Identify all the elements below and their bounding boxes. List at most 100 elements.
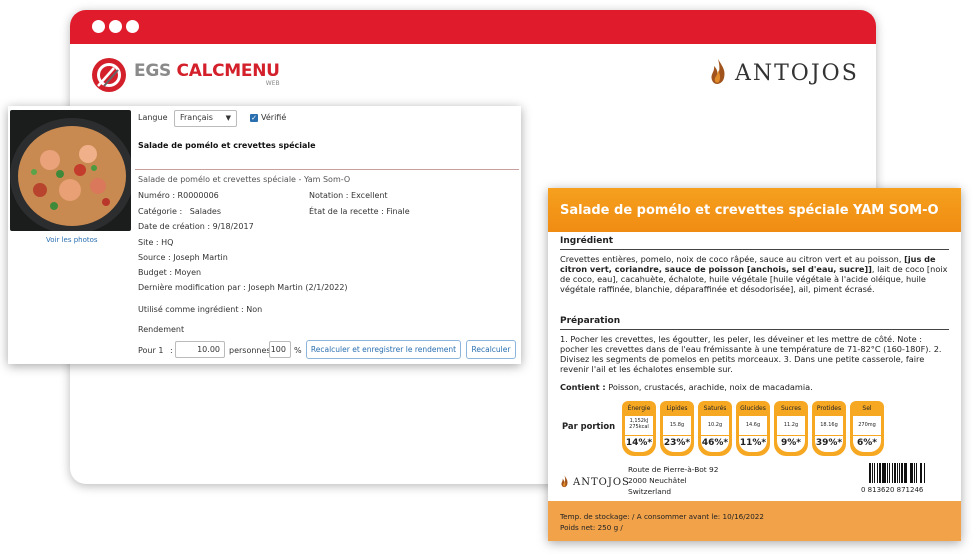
contains-label: Contient : bbox=[560, 382, 606, 392]
percent-sign: % bbox=[294, 346, 302, 355]
calcmenu-logo-icon bbox=[92, 58, 126, 92]
nutrient-percent: 46%* bbox=[701, 436, 729, 452]
divider bbox=[560, 329, 949, 330]
recipe-number: Numéro : R0000006 bbox=[138, 191, 219, 200]
nutrient-percent: 6%* bbox=[853, 436, 881, 452]
persons-label: personnes bbox=[229, 346, 271, 355]
preparation-text: 1. Pocher les crevettes, les égoutter, l… bbox=[560, 334, 942, 374]
source: Source : Joseph Martin bbox=[138, 253, 228, 262]
nutrient-name: Sel bbox=[862, 405, 872, 412]
recipe-full-title: Salade de pomélo et crevettes spéciale -… bbox=[138, 175, 351, 184]
flame-icon bbox=[561, 475, 568, 488]
nutrient-salt: Sel 270mg 6%* bbox=[850, 401, 884, 456]
barcode-digits: 0 813620 871246 bbox=[861, 486, 924, 494]
recipe-rating: Notation : Excellent bbox=[309, 191, 388, 200]
nutrient-value: 18.16g bbox=[815, 416, 843, 435]
recalculate-save-button[interactable]: Recalculer et enregistrer le rendement bbox=[306, 340, 461, 359]
nutrient-percent: 14%* bbox=[625, 436, 653, 452]
percent-input[interactable]: 100 bbox=[269, 341, 291, 358]
site: Site : HQ bbox=[138, 238, 174, 247]
recipe-panel: Voir les photos Langue Français ▼ ✓ Véri… bbox=[8, 106, 521, 364]
nutrient-value: 11.2g bbox=[777, 416, 805, 435]
per-portion-label: Par portion bbox=[562, 421, 616, 431]
brand-sub: WEB bbox=[265, 80, 280, 87]
label-brand: ANTOJOS bbox=[560, 475, 630, 489]
recipe-short-title: Salade de pomélo et crevettes spéciale bbox=[138, 141, 316, 150]
flame-icon bbox=[711, 59, 725, 84]
nutrition-label-card: Salade de pomélo et crevettes spéciale Y… bbox=[548, 188, 961, 541]
ingredient-text-part1: Crevettes entières, pomelo, noix de coco… bbox=[560, 254, 905, 264]
address: Route de Pierre-à-Bot 92 2000 Neuchâtel … bbox=[628, 464, 718, 497]
contains-line: Contient : Poisson, crustacés, arachide,… bbox=[560, 382, 952, 392]
window-control-dot[interactable] bbox=[126, 20, 139, 33]
brand-name-part1: EGS bbox=[134, 61, 177, 81]
net-weight: Poids net: 250 g / bbox=[560, 523, 623, 532]
nutrient-protein: Protides 18.16g 39%* bbox=[812, 401, 846, 456]
nutrient-name: Lipides bbox=[666, 405, 688, 412]
window-title-bar bbox=[70, 10, 876, 44]
view-photos-link[interactable]: Voir les photos bbox=[46, 236, 98, 244]
verified-checkbox[interactable]: ✓ bbox=[250, 114, 258, 122]
label-footer: Temp. de stockage: / A consommer avant l… bbox=[548, 501, 961, 541]
nutrient-saturated: Saturés 10.2g 46%* bbox=[698, 401, 732, 456]
per-label: Pour 1 bbox=[138, 346, 164, 355]
nutrient-value: 15.8g bbox=[663, 416, 691, 435]
nutrient-percent: 39%* bbox=[815, 436, 843, 452]
nutrient-value: 14.6g bbox=[739, 416, 767, 435]
used-as-ingredient: Utilisé comme ingrédient : Non bbox=[138, 305, 263, 314]
category-value: Salades bbox=[189, 207, 222, 216]
verified-label: Vérifié bbox=[261, 113, 287, 122]
nutrient-name: Sucres bbox=[780, 405, 802, 412]
category-label: Catégorie : bbox=[138, 207, 183, 216]
nutrient-name: Glucides bbox=[740, 405, 766, 412]
budget: Budget : Moyen bbox=[138, 268, 202, 277]
nutrient-carbs: Glucides 14.6g 11%* bbox=[736, 401, 770, 456]
nutrient-percent: 23%* bbox=[663, 436, 691, 452]
chevron-down-icon: ▼ bbox=[225, 114, 231, 122]
window-control-dot[interactable] bbox=[92, 20, 105, 33]
ingredient-section-title: Ingrédient bbox=[560, 236, 614, 246]
address-line3: Switzerland bbox=[628, 487, 672, 496]
barcode bbox=[869, 463, 949, 483]
yield-label: Rendement bbox=[138, 325, 185, 334]
language-value: Français bbox=[180, 113, 213, 122]
address-line2: 2000 Neuchâtel bbox=[628, 476, 687, 485]
language-label: Langue bbox=[138, 113, 168, 122]
nutrient-grid: Énergie 1,152kJ 275kcal 14%* Lipides 15.… bbox=[622, 401, 888, 456]
antojos-logo: ANTOJOS bbox=[709, 58, 859, 88]
language-select[interactable]: Français ▼ bbox=[174, 110, 237, 127]
nutrient-percent: 9%* bbox=[777, 436, 805, 452]
nutrient-name: Protides bbox=[816, 405, 842, 412]
window-control-dot[interactable] bbox=[109, 20, 122, 33]
yield-input[interactable]: 10.00 bbox=[175, 341, 225, 358]
preparation-section-title: Préparation bbox=[560, 316, 621, 326]
storage-info: Temp. de stockage: / A consommer avant l… bbox=[560, 512, 764, 521]
address-line1: Route de Pierre-à-Bot 92 bbox=[628, 465, 719, 474]
brand-name-part2: CALCMENU bbox=[176, 61, 280, 81]
ingredient-text: Crevettes entières, pomelo, noix de coco… bbox=[560, 254, 952, 294]
nutrient-name: Saturés bbox=[703, 405, 727, 412]
nutrient-sugars: Sucres 11.2g 9%* bbox=[774, 401, 808, 456]
contains-value: Poisson, crustacés, arachide, noix de ma… bbox=[608, 382, 813, 392]
client-brand: ANTOJOS bbox=[735, 60, 859, 86]
label-brand-name: ANTOJOS bbox=[573, 476, 630, 488]
divider bbox=[135, 169, 519, 170]
barcode-stripe bbox=[925, 463, 927, 483]
nutrient-value: 10.2g bbox=[701, 416, 729, 435]
label-title: Salade de pomélo et crevettes spéciale Y… bbox=[548, 188, 961, 232]
recipe-photo[interactable] bbox=[10, 110, 131, 231]
colon: : bbox=[170, 346, 173, 355]
nutrient-value: 270mg bbox=[853, 416, 881, 435]
nutrient-name: Énergie bbox=[627, 405, 651, 412]
salad-photo-image bbox=[10, 110, 131, 231]
last-modified: Dernière modification par : Joseph Marti… bbox=[138, 283, 348, 292]
creation-date: Date de création : 9/18/2017 bbox=[138, 222, 254, 231]
nutrient-energy: Énergie 1,152kJ 275kcal 14%* bbox=[622, 401, 656, 456]
nutrient-fat: Lipides 15.8g 23%* bbox=[660, 401, 694, 456]
recalculate-button[interactable]: Recalculer bbox=[466, 340, 516, 359]
nutrient-value: 1,152kJ 275kcal bbox=[625, 416, 653, 435]
nutrient-value-kcal: 275kcal bbox=[629, 424, 649, 430]
nutrient-percent: 11%* bbox=[739, 436, 767, 452]
divider bbox=[560, 249, 949, 250]
recipe-status: État de la recette : Finale bbox=[309, 207, 410, 216]
